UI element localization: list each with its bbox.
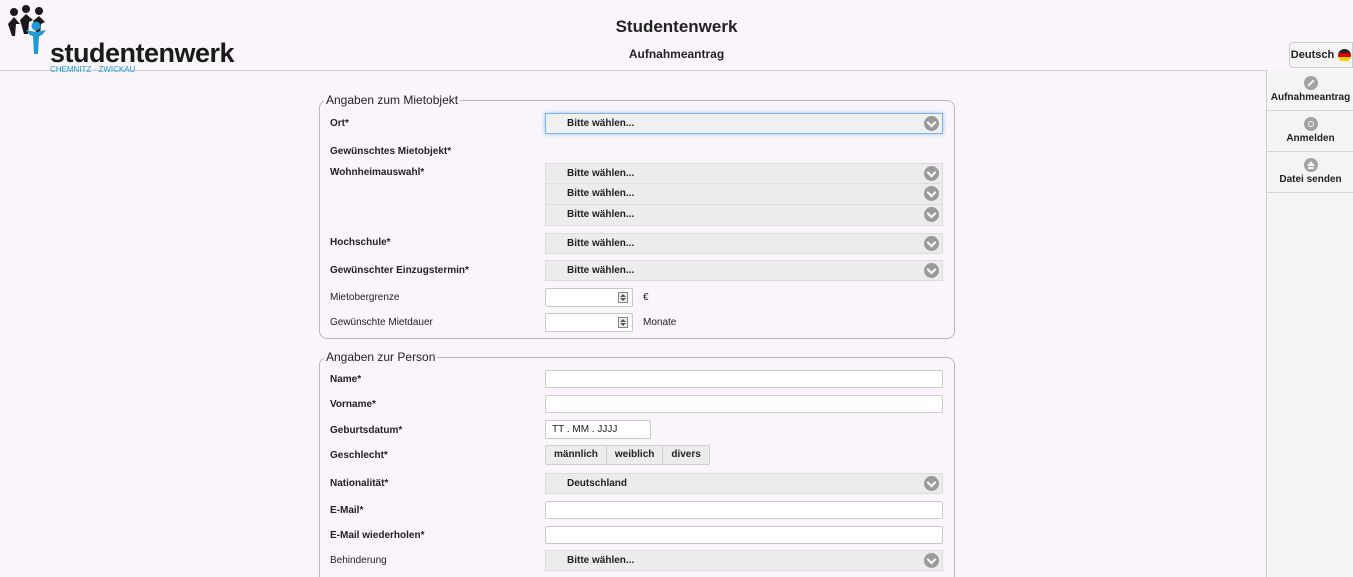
wohnheim-select-value: Bitte wählen...	[567, 168, 635, 179]
gear-icon	[1303, 117, 1318, 131]
hochschule-select[interactable]: Bitte wählen...	[545, 233, 943, 254]
geschlecht-label: Geschlecht*	[330, 450, 388, 461]
chevron-down-icon	[924, 166, 939, 181]
geburtsdatum-input[interactable]: TT . MM . JJJJ	[545, 420, 651, 439]
wohnheim-select-1[interactable]: Bitte wählen...	[545, 163, 943, 184]
spinner-icon[interactable]	[618, 292, 628, 303]
wohnheim-select-3[interactable]: Bitte wählen...	[545, 205, 943, 226]
wohnheim-select-2[interactable]: Bitte wählen...	[545, 184, 943, 205]
chevron-down-icon	[924, 236, 939, 251]
upload-icon	[1303, 158, 1318, 172]
name-label: Name*	[330, 374, 362, 385]
email-repeat-input[interactable]	[545, 526, 943, 544]
ort-select[interactable]: Bitte wählen...	[545, 113, 943, 134]
gewuenschtes-mietobjekt-heading: Gewünschtes Mietobjekt*	[330, 146, 452, 157]
geschlecht-option-divers[interactable]: divers	[663, 446, 708, 464]
fieldset-legend: Angaben zum Mietobjekt	[324, 93, 461, 108]
vorname-input[interactable]	[545, 395, 943, 413]
chevron-down-icon	[924, 186, 939, 201]
behinderung-select[interactable]: Bitte wählen...	[545, 550, 943, 571]
email-repeat-label: E-Mail wiederholen*	[330, 530, 425, 541]
email-input[interactable]	[545, 501, 943, 519]
mietdauer-label: Gewünschte Mietdauer	[330, 317, 433, 328]
ort-select-value: Bitte wählen...	[567, 118, 635, 129]
name-input[interactable]	[545, 370, 943, 388]
einzugstermin-select[interactable]: Bitte wählen...	[545, 260, 943, 281]
nationalitaet-label: Nationalität*	[330, 478, 389, 489]
nav-item-anmelden[interactable]: Anmelden	[1267, 111, 1353, 152]
euro-unit: €	[643, 292, 649, 303]
fieldset-person: Angaben zur Person	[319, 350, 955, 577]
nav-item-label: Anmelden	[1286, 133, 1335, 144]
german-flag-icon	[1338, 48, 1352, 62]
chevron-down-icon	[924, 116, 939, 131]
einzugstermin-label: Gewünschter Einzugstermin*	[330, 265, 469, 276]
fieldset-legend: Angaben zur Person	[324, 350, 438, 365]
page-title: Studentenwerk	[615, 17, 738, 36]
geburtsdatum-label: Geburtsdatum*	[330, 425, 403, 436]
page-subtitle: Aufnahmeantrag	[628, 47, 725, 61]
pencil-icon	[1303, 76, 1318, 90]
ort-label: Ort*	[330, 118, 349, 129]
mietdauer-input[interactable]	[545, 313, 633, 332]
geschlecht-option-maennlich[interactable]: männlich	[546, 446, 607, 464]
mietobergrenze-label: Mietobergrenze	[330, 292, 400, 303]
wohnheim-select-value: Bitte wählen...	[567, 209, 635, 220]
hochschule-label: Hochschule*	[330, 237, 391, 248]
vorname-label: Vorname*	[330, 399, 376, 410]
wohnheim-select-value: Bitte wählen...	[567, 188, 635, 199]
geschlecht-toggle: männlich weiblich divers	[545, 445, 710, 465]
nav-item-label: Aufnahmeantrag	[1270, 92, 1351, 103]
side-navigation: Aufnahmeantrag Anmelden Datei senden	[1266, 70, 1353, 577]
wohnheim-label: Wohnheimauswahl*	[330, 167, 425, 178]
page-header: studentenwerk CHEMNITZ · ZWICKAU Student…	[0, 0, 1353, 74]
nationalitaet-select-value: Deutschland	[567, 478, 628, 489]
monate-unit: Monate	[643, 317, 677, 328]
nav-item-datei-senden[interactable]: Datei senden	[1267, 152, 1353, 193]
behinderung-select-value: Bitte wählen...	[567, 555, 635, 566]
language-label: Deutsch	[1290, 49, 1335, 61]
einzugstermin-select-value: Bitte wählen...	[567, 265, 635, 276]
logo-subtitle: CHEMNITZ · ZWICKAU	[50, 65, 136, 74]
nationalitaet-select[interactable]: Deutschland	[545, 473, 943, 494]
chevron-down-icon	[924, 553, 939, 568]
mietobergrenze-input[interactable]	[545, 288, 633, 307]
hochschule-select-value: Bitte wählen...	[567, 238, 635, 249]
geschlecht-option-weiblich[interactable]: weiblich	[607, 446, 664, 464]
email-label: E-Mail*	[330, 505, 364, 516]
behinderung-label: Behinderung	[330, 555, 387, 566]
chevron-down-icon	[924, 207, 939, 222]
chevron-down-icon	[924, 263, 939, 278]
chevron-down-icon	[924, 476, 939, 491]
nav-item-aufnahmeantrag[interactable]: Aufnahmeantrag	[1267, 70, 1353, 111]
language-button[interactable]: Deutsch	[1289, 42, 1353, 68]
spinner-icon[interactable]	[618, 317, 628, 328]
nav-item-label: Datei senden	[1279, 174, 1342, 185]
